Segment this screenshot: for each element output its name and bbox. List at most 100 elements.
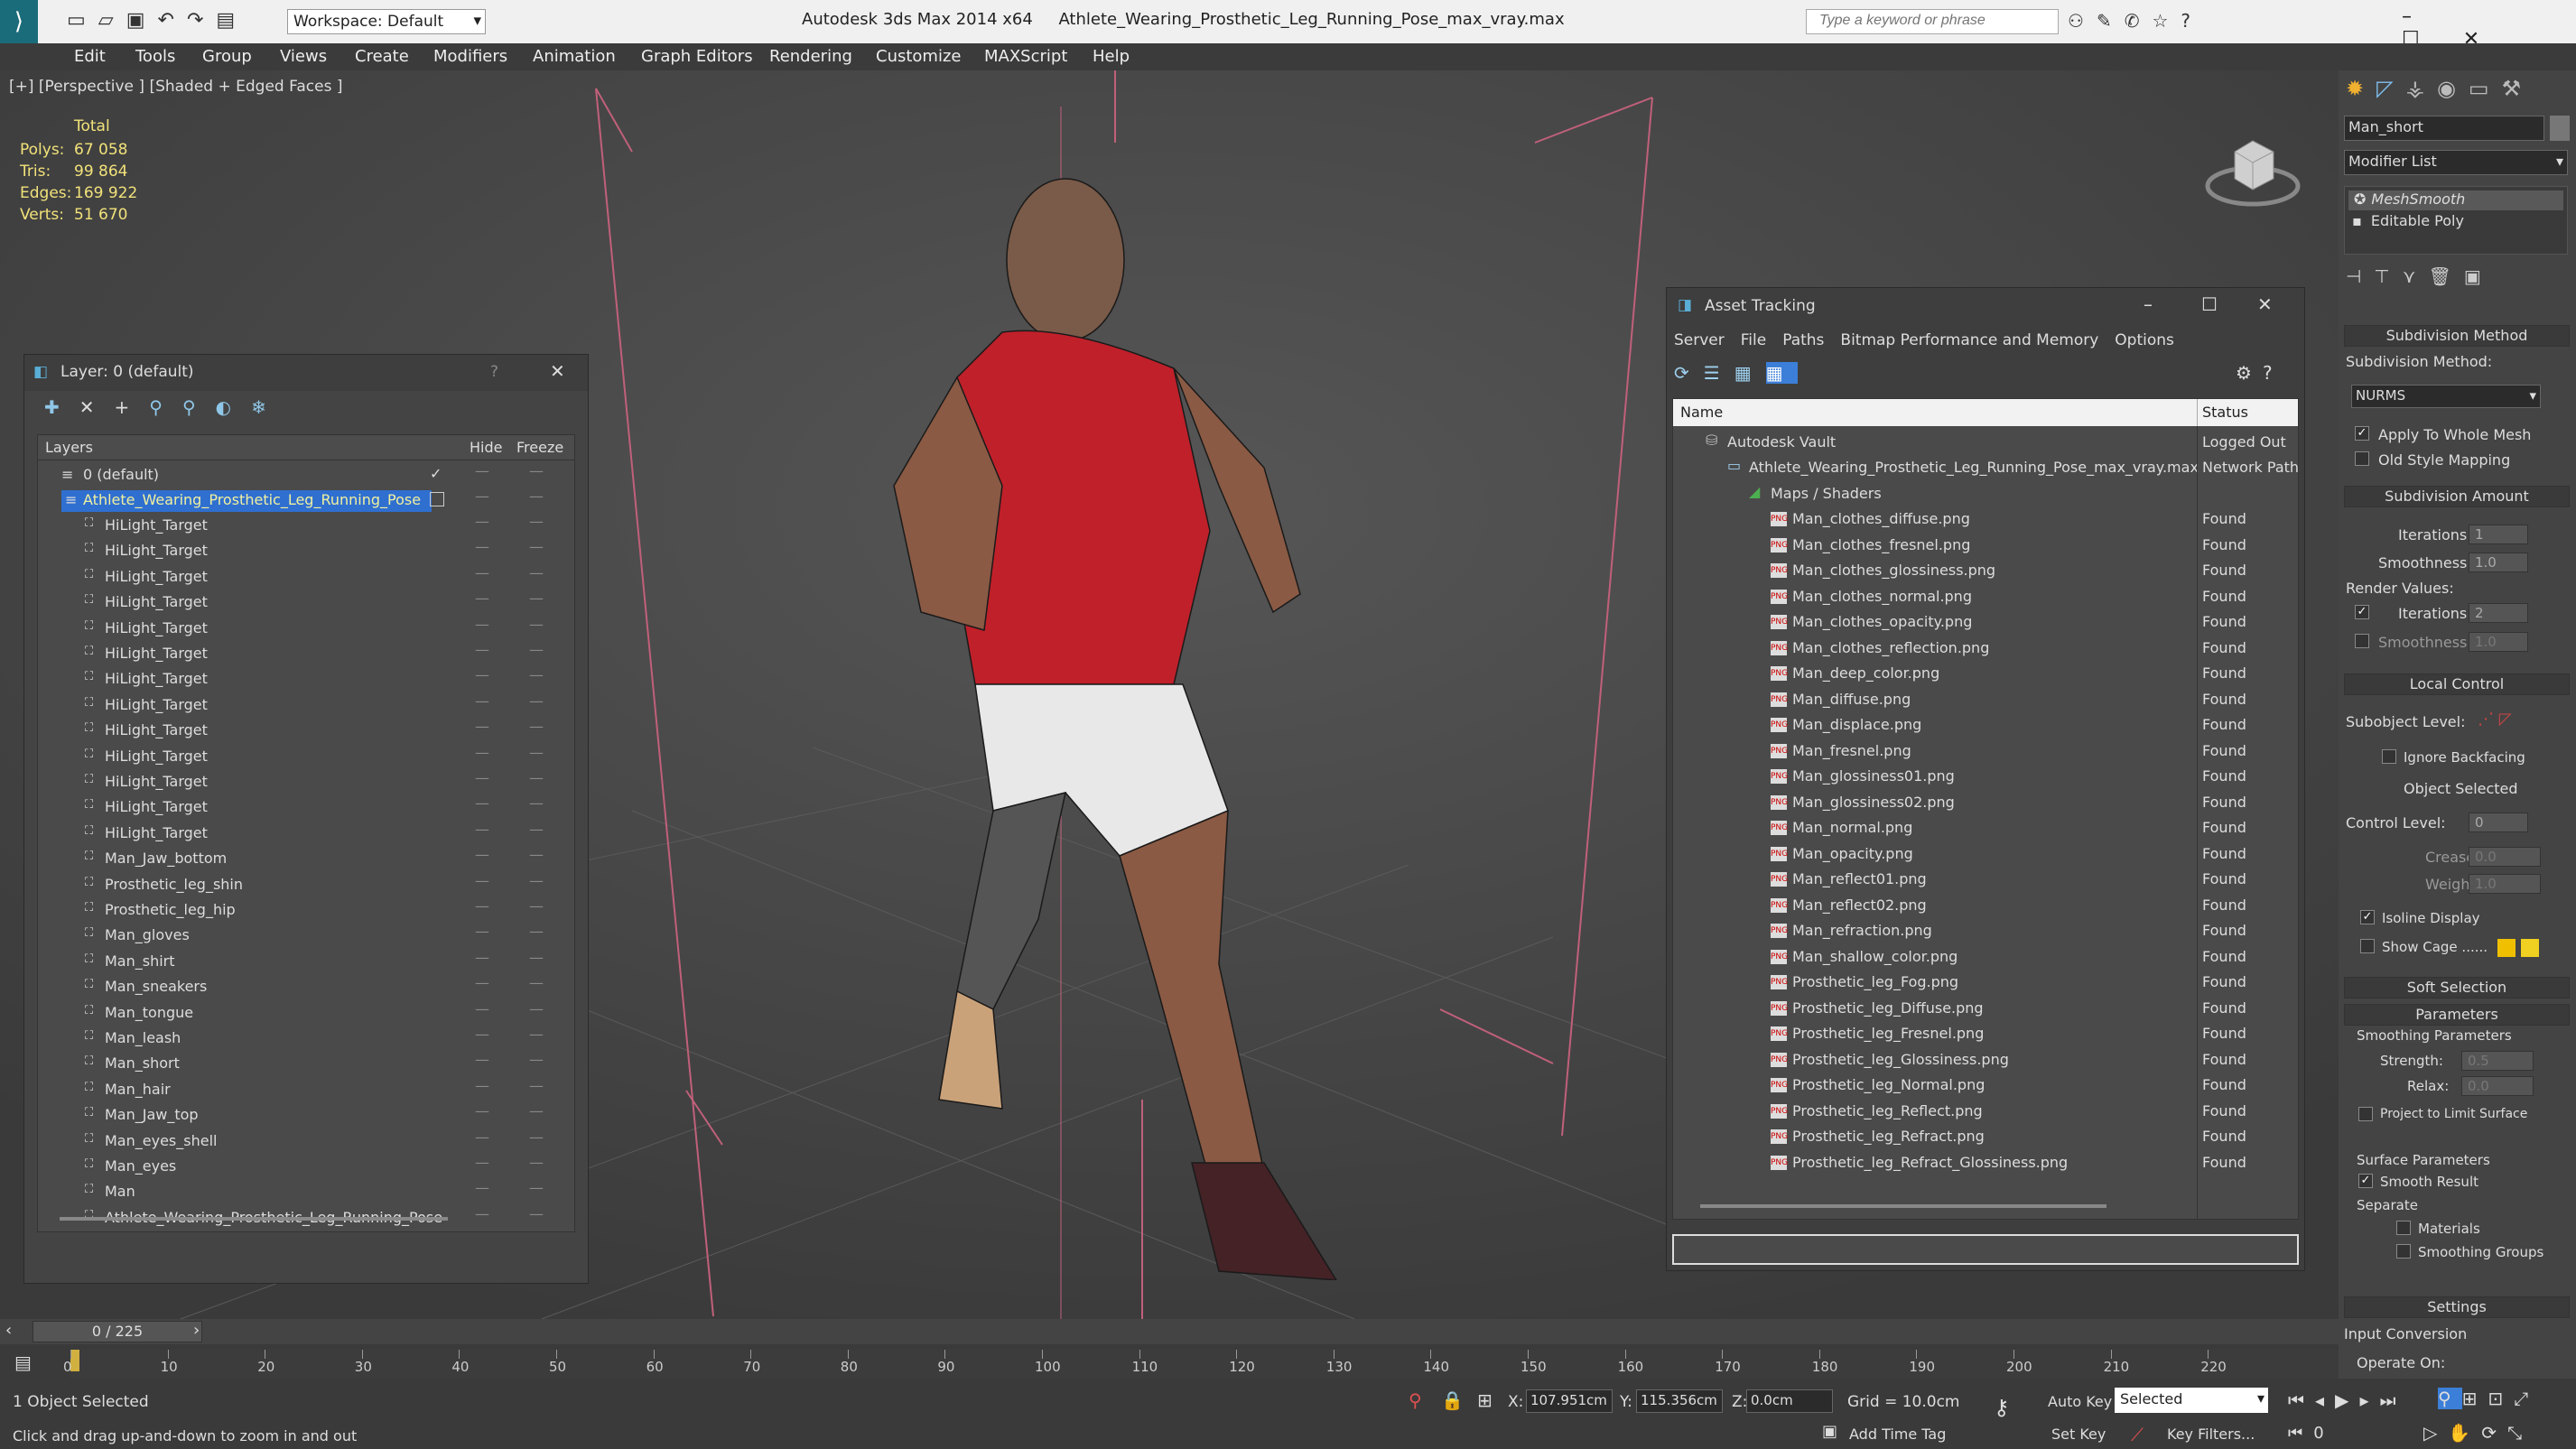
object-color-swatch[interactable]	[2550, 116, 2570, 141]
minimize-button[interactable]: –	[2144, 293, 2153, 315]
asset-file-row[interactable]: PNG Man_clothes_diffuse.png Found	[1673, 506, 2298, 532]
old-style-mapping-checkbox[interactable]	[2355, 451, 2369, 466]
freeze-toggle[interactable]: —	[529, 744, 544, 761]
zoom-icon[interactable]: ⚲	[2438, 1388, 2462, 1409]
set-key-button[interactable]: Set Key	[2051, 1426, 2106, 1443]
absolute-mode-icon[interactable]: ⊞	[1477, 1389, 1493, 1411]
ignore-backfacing-checkbox[interactable]	[2382, 749, 2396, 764]
control-level-spinner[interactable]: 0	[2469, 813, 2528, 832]
asset-file-row[interactable]: PNG Man_reflect02.png Found	[1673, 893, 2298, 918]
settings-rollout[interactable]: Settings	[2344, 1296, 2570, 1318]
layer-object-row[interactable]: ⛶ HiLight_Target — —	[38, 666, 574, 692]
asset-file-row[interactable]: PNG Prosthetic_leg_Fresnel.png Found	[1673, 1021, 2298, 1046]
asset-file-row[interactable]: PNG Man_diffuse.png Found	[1673, 687, 2298, 712]
favorites-star-icon[interactable]: ☆	[2152, 10, 2181, 32]
utilities-tab-icon[interactable]: ⚒	[2502, 76, 2534, 101]
layer-default-row[interactable]: ≡ 0 (default) ✓ — —	[38, 462, 574, 488]
asset-file-row[interactable]: PNG Man_reflect01.png Found	[1673, 867, 2298, 892]
help-icon[interactable]: ?	[2181, 10, 2203, 32]
freeze-toggle[interactable]: —	[529, 513, 544, 530]
freeze-toggle[interactable]: —	[529, 821, 544, 838]
freeze-toggle[interactable]: —	[529, 1179, 544, 1196]
freeze-toggle[interactable]: —	[529, 949, 544, 966]
new-layer-icon[interactable]: ✚	[44, 396, 79, 418]
parameters-rollout[interactable]: Parameters	[2344, 1004, 2570, 1026]
freeze-toggle[interactable]: —	[529, 641, 544, 658]
app-logo-icon[interactable]: ⟩	[0, 0, 38, 43]
menu-rendering[interactable]: Rendering	[769, 47, 852, 66]
layer-object-row[interactable]: ⛶ HiLight_Target — —	[38, 718, 574, 743]
asset-file-row[interactable]: PNG Man_clothes_reflection.png Found	[1673, 636, 2298, 661]
strength-spinner[interactable]: 0.5	[2461, 1051, 2534, 1071]
freeze-toggle[interactable]: —	[529, 538, 544, 555]
hide-toggle[interactable]: —	[475, 897, 489, 915]
hide-toggle[interactable]: —	[475, 769, 489, 786]
soft-selection-rollout[interactable]: Soft Selection	[2344, 977, 2570, 999]
current-layer-box[interactable]	[430, 492, 444, 506]
asset-file-row[interactable]: PNG Man_shallow_color.png Found	[1673, 944, 2298, 970]
new-file-icon[interactable]: ▭	[67, 9, 98, 32]
key-icon[interactable]: ⚷	[1994, 1395, 2010, 1420]
freeze-all-icon[interactable]: ❄	[251, 396, 286, 418]
subdivision-method-dropdown[interactable]: NURMS ▾	[2351, 385, 2541, 408]
layer-object-row[interactable]: ⛶ Man_short — —	[38, 1051, 574, 1076]
cage-selected-color-swatch[interactable]	[2521, 939, 2539, 957]
goto-start-icon[interactable]: ⏮	[2288, 1389, 2315, 1411]
hide-toggle[interactable]: —	[475, 513, 489, 530]
min-max-toggle-icon[interactable]: ⤡	[2507, 1422, 2533, 1444]
render-smoothness-checkbox[interactable]	[2355, 634, 2369, 648]
asset-file-row[interactable]: PNG Man_normal.png Found	[1673, 815, 2298, 841]
options-icon[interactable]: ⚙	[2236, 362, 2263, 384]
freeze-toggle[interactable]: —	[529, 718, 544, 735]
subscription-icon[interactable]: ✎	[2097, 10, 2125, 32]
project-limit-surface-checkbox[interactable]	[2358, 1107, 2373, 1121]
menu-customize[interactable]: Customize	[876, 47, 961, 66]
layer-object-row[interactable]: ⛶ Man_hair — —	[38, 1077, 574, 1102]
close-button[interactable]: ✕	[2257, 293, 2273, 315]
selection-lock-icon[interactable]: 🔒	[1441, 1389, 1464, 1411]
freeze-toggle[interactable]: —	[529, 590, 544, 607]
freeze-toggle[interactable]: —	[529, 616, 544, 633]
track-bar[interactable]: 0 10 20 30 40 50 60 70 80 90 100 110 120 130 140 150 160…	[63, 1350, 2339, 1379]
hide-toggle[interactable]: —	[475, 1000, 489, 1017]
layer-object-row[interactable]: ⛶ Prosthetic_leg_shin — —	[38, 872, 574, 897]
freeze-toggle[interactable]: —	[529, 846, 544, 863]
freeze-toggle[interactable]: —	[529, 897, 544, 915]
auto-key-button[interactable]: Auto Key	[2048, 1393, 2112, 1410]
asset-file-row[interactable]: PNG Man_refraction.png Found	[1673, 918, 2298, 943]
isolate-selection-icon[interactable]: ⚲	[1409, 1389, 1422, 1411]
refresh-icon[interactable]: ⟳	[1674, 362, 1704, 384]
zoom-extents-icon[interactable]: ⊡	[2488, 1388, 2514, 1409]
render-smoothness-spinner[interactable]: 1.0	[2469, 632, 2528, 652]
layer-panel-titlebar[interactable]: ◧ Layer: 0 (default) ? ✕	[24, 355, 588, 391]
menu-file[interactable]: File	[1741, 331, 1766, 349]
hide-toggle[interactable]: —	[475, 1051, 489, 1068]
modify-tab-icon[interactable]: ◸	[2376, 76, 2405, 101]
time-slider[interactable]: 0 / 225	[33, 1321, 202, 1342]
menu-bitmap-performance[interactable]: Bitmap Performance and Memory	[1840, 331, 2098, 349]
layer-object-row[interactable]: ⛶ HiLight_Target — —	[38, 564, 574, 590]
menu-views[interactable]: Views	[280, 47, 327, 66]
layer-object-row[interactable]: ⛶ Man_Jaw_bottom — —	[38, 846, 574, 871]
asset-file-row[interactable]: PNG Man_clothes_normal.png Found	[1673, 584, 2298, 609]
hide-toggle[interactable]: —	[475, 846, 489, 863]
layer-object-row[interactable]: ⛶ HiLight_Target — —	[38, 692, 574, 718]
menu-paths[interactable]: Paths	[1782, 331, 1824, 349]
object-name-field[interactable]: Man_short	[2344, 116, 2544, 141]
subdivision-method-rollout[interactable]: Subdivision Method	[2344, 325, 2570, 347]
hide-toggle[interactable]: —	[475, 666, 489, 683]
project-folder-icon[interactable]: ▤	[216, 9, 247, 32]
show-cage-checkbox[interactable]	[2360, 939, 2375, 953]
configure-sets-icon[interactable]: ▣	[2464, 265, 2494, 287]
menu-maxscript[interactable]: MAXScript	[984, 47, 1067, 66]
menu-animation[interactable]: Animation	[533, 47, 616, 66]
redo-icon[interactable]: ↷	[187, 9, 216, 32]
z-coordinate-field[interactable]: 0.0cm	[1746, 1389, 1833, 1413]
list-view-icon[interactable]: ☰	[1704, 362, 1734, 384]
smoothing-groups-checkbox[interactable]	[2396, 1244, 2411, 1259]
menu-options[interactable]: Options	[2115, 331, 2174, 349]
vertex-subobject-icon[interactable]: ⋰ ◸	[2478, 710, 2512, 729]
table-view-icon[interactable]: ▦	[1765, 362, 1798, 384]
hide-toggle[interactable]: —	[475, 1129, 489, 1146]
viewport-label[interactable]: [+] [Perspective ] [Shaded + Edged Faces…	[9, 78, 342, 96]
